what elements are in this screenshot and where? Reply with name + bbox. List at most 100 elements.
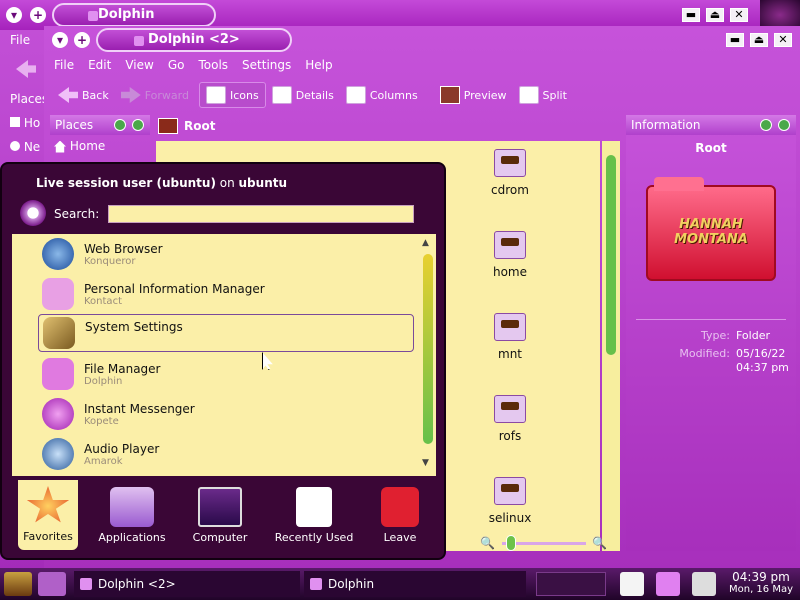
back-places-label: Places	[10, 92, 49, 106]
tab-favorites[interactable]: Favorites	[18, 480, 78, 550]
list-item-file-manager[interactable]: File Manager Dolphin	[12, 354, 422, 394]
preview-button[interactable]: Preview	[434, 82, 513, 108]
file-item-cdrom[interactable]: cdrom	[470, 149, 550, 197]
zoom-slider[interactable]: 🔍 🔍	[480, 534, 610, 552]
scroll-up-arrow-icon[interactable]: ▲	[422, 238, 429, 248]
clock-icon	[296, 487, 332, 527]
menu-settings[interactable]: Settings	[242, 54, 291, 76]
selinux-folder-icon	[494, 477, 526, 505]
info-modified-date: 05/16/22	[736, 347, 786, 360]
file-item-selinux[interactable]: selinux	[470, 477, 550, 525]
maximize-button[interactable]: ⏏	[706, 8, 724, 22]
file-item-mnt[interactable]: mnt	[470, 313, 550, 361]
power-icon	[381, 487, 419, 527]
information-panel-title: Information	[631, 118, 701, 132]
preview-icon	[439, 86, 460, 104]
root-folder-icon	[158, 118, 178, 134]
maximize-button[interactable]: ⏏	[750, 33, 768, 47]
forward-button[interactable]: Forward	[115, 82, 195, 108]
kmenu-button[interactable]	[4, 572, 32, 596]
scrollbar-thumb[interactable]	[423, 254, 433, 444]
list-item-personal-information-manager[interactable]: Personal Information Manager Kontact	[12, 274, 422, 314]
tab-applications[interactable]: Applications	[92, 487, 172, 544]
launcher-on-text: on	[215, 176, 239, 190]
folder-tab	[654, 177, 704, 191]
wrench-icon	[43, 317, 75, 349]
clock-date: Mon, 16 May	[728, 584, 794, 595]
notification-icon[interactable]	[656, 572, 680, 596]
search-input[interactable]	[108, 205, 414, 223]
back-add-button[interactable]: +	[30, 7, 46, 23]
file-manager-launcher-icon[interactable]	[38, 572, 66, 596]
back-arrow-icon[interactable]	[16, 60, 36, 78]
split-button[interactable]: Split	[513, 82, 573, 108]
taskbar-task-dolphin-2[interactable]: Dolphin <2>	[74, 571, 300, 597]
details-view-button[interactable]: Details	[266, 82, 340, 108]
launcher-user-name: Live session user (ubuntu)	[36, 176, 216, 190]
star-icon	[26, 486, 70, 523]
tab-leave[interactable]: Leave	[370, 487, 430, 544]
minimize-button[interactable]: ▬	[726, 33, 744, 47]
panel-float-button[interactable]	[760, 119, 772, 131]
front-add-button[interactable]: +	[74, 32, 90, 48]
info-modified-time: 04:37 pm	[736, 361, 789, 374]
forward-arrow-icon	[120, 87, 141, 103]
info-folder-thumbnail: HANNAH MONTANA	[646, 177, 776, 281]
menu-file[interactable]: File	[54, 54, 74, 76]
front-window-titlebar[interactable]: ▾ + Dolphin <2> ▬ ⏏ ✕	[44, 26, 800, 54]
menu-go[interactable]: Go	[168, 54, 185, 76]
zoom-slider-handle[interactable]	[506, 535, 516, 551]
scroll-down-arrow-icon[interactable]: ▼	[422, 458, 429, 468]
amarok-icon	[42, 438, 74, 470]
front-window-title-text: Dolphin <2>	[148, 32, 240, 47]
icons-view-button[interactable]: Icons	[198, 82, 266, 108]
clock[interactable]: 04:39 pm Mon, 16 May	[722, 570, 800, 595]
columns-view-button[interactable]: Columns	[340, 82, 424, 108]
details-view-icon	[271, 86, 292, 104]
panel-float-button[interactable]	[114, 119, 126, 131]
tab-computer[interactable]: Computer	[182, 487, 258, 544]
taskbar-task-dolphin[interactable]: Dolphin	[304, 571, 526, 597]
dolphin-icon	[88, 11, 98, 21]
menu-edit[interactable]: Edit	[88, 54, 111, 76]
back-window-title[interactable]: Dolphin	[52, 3, 216, 27]
front-window-title[interactable]: Dolphin <2>	[96, 28, 292, 52]
list-item-web-browser[interactable]: Web Browser Konqueror	[12, 234, 422, 274]
menu-view[interactable]: View	[125, 54, 153, 76]
application-launcher[interactable]: Live session user (ubuntu) on ubuntu Sea…	[0, 162, 446, 560]
file-item-home[interactable]: home	[470, 231, 550, 279]
back-places-network[interactable]: Ne	[10, 140, 40, 154]
back-places-home[interactable]: Ho	[10, 116, 40, 130]
file-item-rofs[interactable]: rofs	[470, 395, 550, 443]
information-panel: Information Root HANNAH MONTANA Type: Fo…	[626, 115, 796, 551]
home-icon	[54, 140, 66, 153]
back-window-title-text: Dolphin	[98, 7, 155, 22]
list-scrollbar[interactable]: ▲ ▼	[422, 238, 434, 472]
file-view-scrollbar[interactable]	[602, 141, 620, 551]
close-button[interactable]: ✕	[730, 8, 748, 22]
pager-icon[interactable]	[536, 572, 606, 596]
list-item-system-settings[interactable]: System Settings	[38, 314, 414, 352]
klipper-icon[interactable]	[620, 572, 644, 596]
places-item-home[interactable]: Home	[50, 135, 150, 157]
scrollbar-thumb[interactable]	[606, 155, 616, 355]
list-item-instant-messenger[interactable]: Instant Messenger Kopete	[12, 394, 422, 434]
info-item-name: Root	[695, 141, 727, 155]
panel-close-button[interactable]	[778, 119, 790, 131]
panel-close-button[interactable]	[132, 119, 144, 131]
front-menu-arrow-button[interactable]: ▾	[52, 32, 68, 48]
zoom-in-icon[interactable]: 🔍	[592, 536, 607, 550]
thumbnail-logo-text: HANNAH MONTANA	[674, 217, 748, 247]
minimize-button[interactable]: ▬	[682, 8, 700, 22]
menu-tools[interactable]: Tools	[198, 54, 228, 76]
menu-help[interactable]: Help	[305, 54, 332, 76]
back-button[interactable]: Back	[52, 82, 115, 108]
network-manager-icon[interactable]	[692, 572, 716, 596]
zoom-out-icon[interactable]: 🔍	[480, 536, 495, 550]
list-item-audio-player[interactable]: Audio Player Amarok	[12, 434, 422, 474]
close-button[interactable]: ✕	[774, 33, 792, 47]
back-menu-arrow-button[interactable]: ▾	[6, 7, 22, 23]
tab-recently-used[interactable]: Recently Used	[266, 487, 362, 544]
back-menu-file[interactable]: File	[10, 33, 30, 47]
folder-icon	[42, 358, 74, 390]
